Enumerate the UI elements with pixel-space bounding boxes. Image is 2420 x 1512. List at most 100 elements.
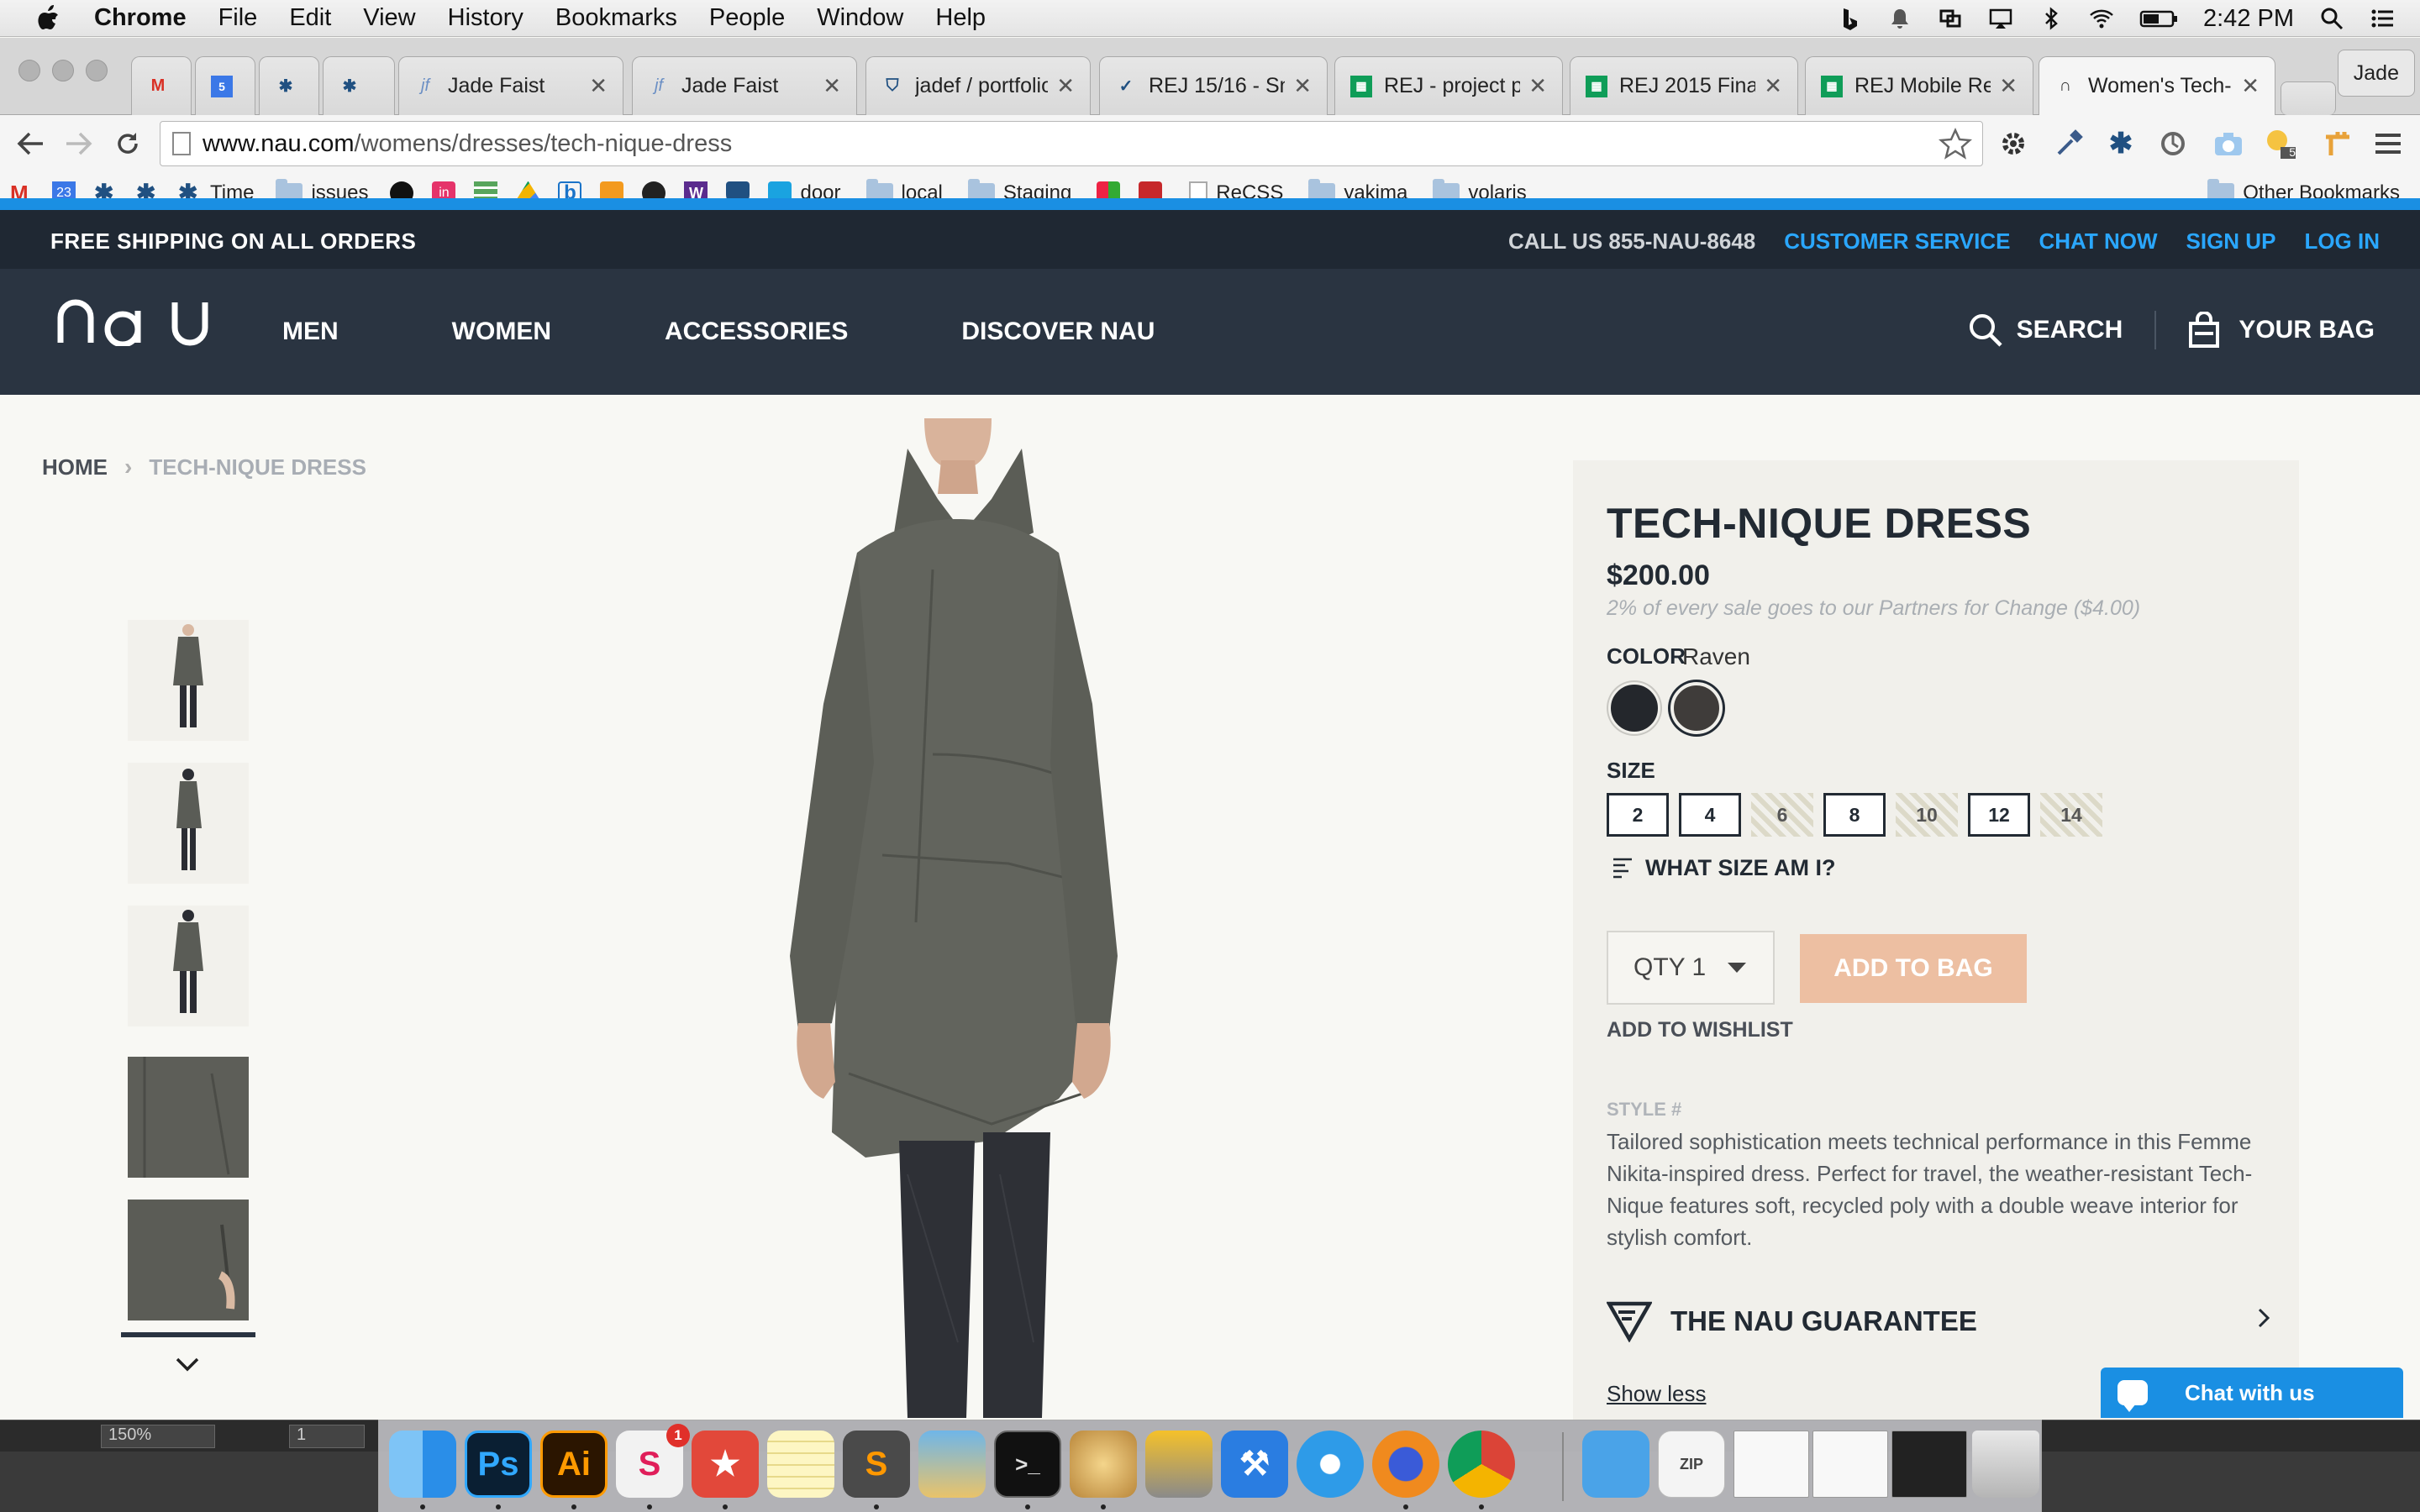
- size-option-unavailable[interactable]: 14: [2040, 793, 2102, 837]
- menubar-clock[interactable]: 2:42 PM: [2203, 5, 2294, 33]
- menu-bookmarks[interactable]: Bookmarks: [555, 4, 677, 32]
- battery-icon[interactable]: [2139, 6, 2178, 31]
- bookmark-star-icon[interactable]: [1939, 127, 1972, 160]
- chat-now-link[interactable]: CHAT NOW: [2039, 228, 2157, 255]
- firefox-icon[interactable]: [1372, 1431, 1439, 1498]
- browser-tab-active[interactable]: ∩ Women's Tech-N ✕: [2039, 56, 2275, 115]
- extension-badge-icon[interactable]: 5: [2264, 127, 2297, 160]
- product-thumbnail[interactable]: [128, 1200, 249, 1320]
- menu-history[interactable]: History: [448, 4, 523, 32]
- quantity-select[interactable]: QTY 1: [1607, 931, 1775, 1005]
- profile-button[interactable]: Jade: [2337, 50, 2415, 97]
- tab-close-icon[interactable]: ✕: [589, 73, 608, 99]
- product-thumbnail[interactable]: [128, 763, 249, 884]
- sign-up-link[interactable]: SIGN UP: [2186, 228, 2276, 255]
- color-swatch-raven[interactable]: [1670, 682, 1723, 734]
- nav-discover-nau[interactable]: DISCOVER NAU: [961, 318, 1155, 346]
- trash-icon[interactable]: [1972, 1431, 2039, 1498]
- breadcrumb-home[interactable]: HOME: [42, 454, 108, 480]
- size-option-unavailable[interactable]: 6: [1751, 793, 1813, 837]
- reload-button[interactable]: [109, 125, 146, 162]
- folder-icon[interactable]: [1582, 1431, 1649, 1498]
- product-thumbnail[interactable]: [128, 620, 249, 741]
- wifi-icon[interactable]: [2089, 6, 2114, 31]
- tab-close-icon[interactable]: ✕: [1056, 73, 1075, 99]
- what-size-link[interactable]: WHAT SIZE AM I?: [1612, 855, 1835, 881]
- product-thumbnail[interactable]: [128, 1057, 249, 1178]
- search-icon[interactable]: [1968, 312, 2003, 348]
- size-option[interactable]: 4: [1679, 793, 1741, 837]
- browser-tab[interactable]: 5: [195, 56, 255, 115]
- terminal-icon[interactable]: >_: [994, 1431, 1061, 1498]
- tower-icon[interactable]: [918, 1431, 986, 1498]
- menu-people[interactable]: People: [709, 4, 785, 32]
- your-bag-link[interactable]: YOUR BAG: [2238, 316, 2375, 344]
- browser-tab[interactable]: ▦ REJ - project pla ✕: [1334, 56, 1563, 115]
- window-zoom-button[interactable]: [86, 60, 108, 81]
- browser-tab[interactable]: ✱: [323, 56, 395, 115]
- nav-men[interactable]: MEN: [282, 318, 339, 346]
- notification-center-icon[interactable]: [2370, 6, 2395, 31]
- browser-tab[interactable]: ⛉ jadef / portfolio ✕: [865, 56, 1091, 115]
- size-option[interactable]: 8: [1823, 793, 1886, 837]
- photoshop-icon[interactable]: Ps: [465, 1431, 532, 1498]
- log-in-link[interactable]: LOG IN: [2304, 228, 2380, 255]
- size-option[interactable]: 2: [1607, 793, 1669, 837]
- settings-gear-icon[interactable]: [1996, 127, 2030, 160]
- product-hero-image[interactable]: [655, 418, 1294, 1418]
- window-preview-icon[interactable]: [1891, 1431, 1967, 1498]
- window-preview-icon[interactable]: [1733, 1431, 1809, 1498]
- menu-help[interactable]: Help: [935, 4, 986, 32]
- notification-bell-icon[interactable]: [1887, 6, 1912, 31]
- airplay-icon[interactable]: [1988, 6, 2013, 31]
- new-tab-button[interactable]: [2281, 81, 2336, 115]
- menu-edit[interactable]: Edit: [289, 4, 331, 32]
- menu-app-name[interactable]: Chrome: [94, 4, 187, 32]
- ruler-icon[interactable]: [2321, 127, 2354, 160]
- nau-logo[interactable]: [57, 299, 213, 346]
- menu-window[interactable]: Window: [817, 4, 903, 32]
- forward-button[interactable]: [60, 125, 97, 162]
- spotlight-search-icon[interactable]: [2319, 6, 2344, 31]
- window-minimize-button[interactable]: [52, 60, 74, 81]
- nav-women[interactable]: WOMEN: [452, 318, 551, 346]
- bing-icon[interactable]: [1837, 6, 1862, 31]
- shopping-bag-icon[interactable]: [2188, 312, 2220, 349]
- chrome-menu-icon[interactable]: [2371, 127, 2405, 160]
- sequel-pro-icon[interactable]: [1070, 1431, 1137, 1498]
- screen-mirroring-icon[interactable]: [1938, 6, 1963, 31]
- browser-tab[interactable]: ▦ REJ 2015 Financ ✕: [1570, 56, 1798, 115]
- tab-close-icon[interactable]: ✕: [1293, 73, 1312, 99]
- camera-icon[interactable]: [2212, 127, 2245, 160]
- chat-widget-button[interactable]: Chat with us: [2101, 1368, 2403, 1418]
- browser-tab[interactable]: ▦ REJ Mobile Resp ✕: [1805, 56, 2033, 115]
- archive-icon[interactable]: ZIP: [1658, 1431, 1725, 1498]
- menu-file[interactable]: File: [218, 4, 258, 32]
- zoom-field[interactable]: 150%: [101, 1425, 215, 1448]
- tab-close-icon[interactable]: ✕: [1999, 73, 2018, 99]
- address-bar[interactable]: www.nau.com/womens/dresses/tech-nique-dr…: [160, 121, 1983, 166]
- nav-accessories[interactable]: ACCESSORIES: [665, 318, 848, 346]
- add-to-wishlist-link[interactable]: ADD TO WISHLIST: [1607, 1018, 1793, 1042]
- window-close-button[interactable]: [18, 60, 40, 81]
- illustrator-icon[interactable]: Ai: [540, 1431, 608, 1498]
- browser-tab[interactable]: jf Jade Faist ✕: [398, 56, 623, 115]
- size-option-unavailable[interactable]: 10: [1896, 793, 1958, 837]
- sublime-text-icon[interactable]: S: [843, 1431, 910, 1498]
- tab-close-icon[interactable]: ✕: [1764, 73, 1782, 99]
- sync-icon[interactable]: [2156, 127, 2190, 160]
- jira-extension-icon[interactable]: ✱: [2104, 127, 2138, 160]
- bluetooth-icon[interactable]: [2039, 6, 2064, 31]
- size-option[interactable]: 12: [1968, 793, 2030, 837]
- transmit-icon[interactable]: [1145, 1431, 1213, 1498]
- browser-tab[interactable]: jf Jade Faist ✕: [632, 56, 857, 115]
- browser-tab[interactable]: ✓ REJ 15/16 - Sma ✕: [1099, 56, 1328, 115]
- product-thumbnail[interactable]: [128, 906, 249, 1026]
- finder-icon[interactable]: [389, 1431, 456, 1498]
- page-field[interactable]: 1: [289, 1425, 365, 1448]
- apple-menu-icon[interactable]: [35, 4, 60, 33]
- menu-view[interactable]: View: [363, 4, 415, 32]
- browser-tab[interactable]: ✱: [259, 56, 319, 115]
- xcode-icon[interactable]: ⚒: [1221, 1431, 1288, 1498]
- eyedropper-icon[interactable]: [2052, 127, 2086, 160]
